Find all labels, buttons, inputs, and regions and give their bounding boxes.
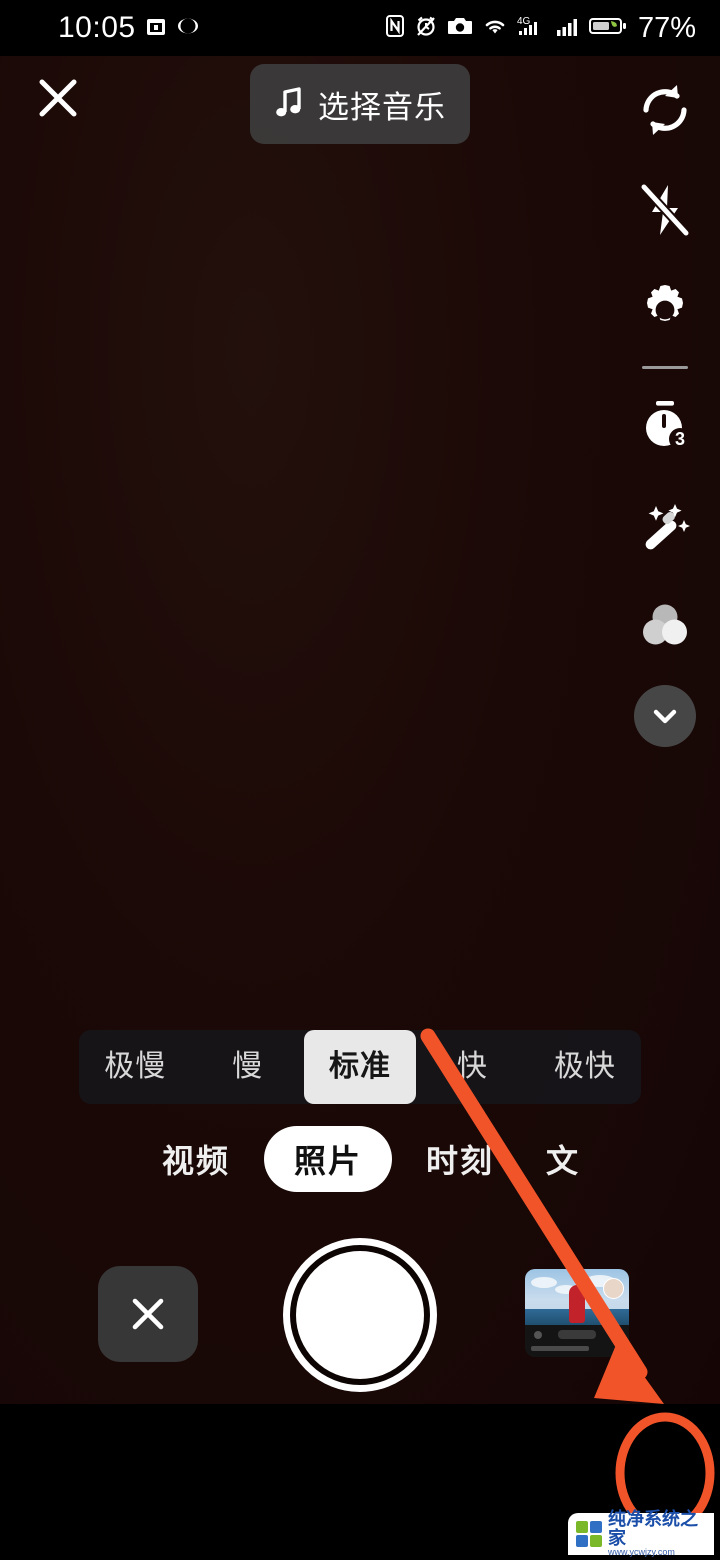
cancel-capture-button[interactable] xyxy=(98,1266,198,1362)
logo-square-2 xyxy=(576,1535,588,1547)
thumb-figure xyxy=(569,1285,585,1323)
svg-text:4G: 4G xyxy=(517,16,531,27)
status-bar-right: 4G 77% xyxy=(385,11,696,44)
select-music-label: 选择音乐 xyxy=(318,89,446,125)
flash-off-button[interactable] xyxy=(615,160,715,260)
speed-option-4[interactable]: 极快 xyxy=(529,1030,641,1104)
thumb-star-icon: ★ xyxy=(610,1328,622,1343)
thumb-avatar xyxy=(603,1278,624,1299)
battery-saver-icon xyxy=(588,15,627,42)
close-icon xyxy=(39,79,77,117)
mode-tab-moment[interactable]: 时刻 xyxy=(404,1126,516,1192)
battery-percent-label: 77% xyxy=(637,11,696,44)
camera-tools-rail: 3 xyxy=(610,60,720,747)
beauty-button[interactable] xyxy=(615,475,715,575)
shutter-button[interactable] xyxy=(283,1238,437,1392)
close-button[interactable] xyxy=(30,70,86,126)
magic-wand-icon xyxy=(645,504,690,550)
thumb-caption xyxy=(531,1346,589,1351)
timer-icon: 3 xyxy=(646,401,691,450)
svg-text:3: 3 xyxy=(675,429,685,449)
speed-option-2[interactable]: 标准 xyxy=(303,1030,417,1104)
watermark-text: 纯净系统之家 www.ycwjzy.com xyxy=(608,1510,714,1557)
watermark-title: 纯净系统之家 xyxy=(608,1509,698,1549)
logo-square-0 xyxy=(576,1521,588,1533)
watermark-url: www.ycwjzy.com xyxy=(608,1547,675,1558)
thumb-chip xyxy=(558,1330,596,1339)
speed-option-0[interactable]: 极慢 xyxy=(79,1030,191,1104)
calendar-icon xyxy=(145,15,167,42)
mode-tab-photo[interactable]: 照片 xyxy=(263,1126,392,1192)
wifi-icon xyxy=(482,15,508,42)
switch-camera-button[interactable] xyxy=(615,60,715,160)
settings-button[interactable] xyxy=(615,260,715,360)
speed-selector: 极慢 慢 标准 快 极快 xyxy=(79,1030,641,1104)
status-clock: 10:05 xyxy=(58,11,136,44)
camera-screen: 10:05 4G 77% 选择音乐 3 极慢 慢 标准 快 极快 视频 照片 时… xyxy=(0,0,720,1560)
select-music-button[interactable]: 选择音乐 xyxy=(250,64,470,144)
capture-mode-selector: 视频 照片 时刻 文字 xyxy=(0,1126,720,1192)
rail-divider xyxy=(642,366,688,369)
logo-square-1 xyxy=(590,1521,602,1533)
thumb-dot xyxy=(534,1331,542,1339)
timer-button[interactable]: 3 xyxy=(615,375,715,475)
thumb-cloud xyxy=(531,1277,557,1288)
flash-off-icon xyxy=(639,182,691,238)
chevron-down-icon xyxy=(653,709,677,724)
mode-tab-video[interactable]: 视频 xyxy=(140,1126,252,1192)
gallery-thumbnail[interactable]: ★ xyxy=(525,1269,629,1357)
filters-button[interactable] xyxy=(615,575,715,675)
status-bar: 10:05 4G 77% xyxy=(0,0,720,56)
nfc-icon xyxy=(385,14,405,43)
camera-flip-icon xyxy=(643,85,687,135)
speed-option-1[interactable]: 慢 xyxy=(191,1030,303,1104)
eye-comfort-icon xyxy=(176,15,200,42)
site-watermark: 纯净系统之家 www.ycwjzy.com xyxy=(568,1510,714,1557)
collapse-tools-button[interactable] xyxy=(634,685,696,747)
close-icon xyxy=(132,1298,164,1330)
watermark-logo-icon xyxy=(576,1521,602,1547)
network-type-label: 4G xyxy=(517,14,547,43)
music-note-icon xyxy=(274,85,304,124)
color-filters-icon xyxy=(643,604,687,645)
status-bar-left: 10:05 xyxy=(58,13,200,43)
gear-icon xyxy=(647,285,683,321)
mode-tab-text[interactable]: 文字 xyxy=(528,1126,580,1192)
camera-icon xyxy=(447,15,473,42)
logo-square-3 xyxy=(590,1535,602,1547)
shutter-inner xyxy=(296,1251,424,1379)
alarm-muted-icon xyxy=(414,14,438,43)
speed-option-3[interactable]: 快 xyxy=(416,1030,528,1104)
signal-bars-icon xyxy=(556,15,580,42)
